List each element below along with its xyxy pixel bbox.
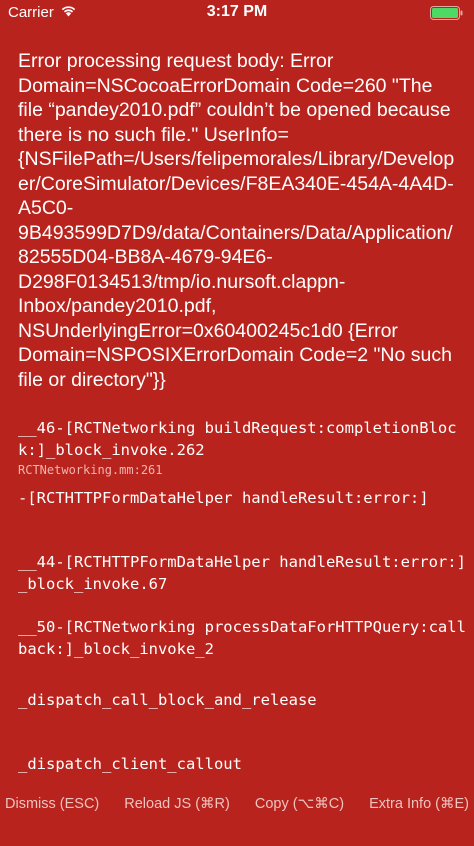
battery-icon bbox=[430, 6, 464, 20]
redbox-footer: Dismiss (ESC) Reload JS (⌘R) Copy (⌥⌘C) … bbox=[0, 796, 474, 822]
stack-frame[interactable]: __44-[RCTHTTPFormDataHelper handleResult… bbox=[18, 551, 468, 595]
error-message-box: Error processing request body: Error Dom… bbox=[18, 49, 458, 392]
stack-frame[interactable]: _dispatch_call_block_and_release bbox=[18, 689, 468, 711]
stack-frame[interactable]: _dispatch_client_callout bbox=[18, 753, 468, 775]
reload-js-button[interactable]: Reload JS (⌘R) bbox=[124, 796, 230, 822]
stack-frame-file: RCTNetworking.mm:261 bbox=[18, 463, 163, 477]
stack-frame[interactable]: -[RCTHTTPFormDataHelper handleResult:err… bbox=[18, 487, 468, 509]
status-time: 3:17 PM bbox=[206, 3, 268, 20]
extra-info-button[interactable]: Extra Info (⌘E) bbox=[369, 796, 469, 822]
stack-frame-method: __50-[RCTNetworking processDataForHTTPQu… bbox=[18, 618, 466, 658]
status-bar: Carrier 3:17 PM bbox=[0, 0, 474, 26]
dismiss-button[interactable]: Dismiss (ESC) bbox=[5, 796, 99, 822]
copy-button[interactable]: Copy (⌥⌘C) bbox=[255, 796, 344, 822]
stack-frame-method: __46-[RCTNetworking buildRequest:complet… bbox=[18, 419, 457, 459]
stack-frame-method: __44-[RCTHTTPFormDataHelper handleResult… bbox=[18, 553, 466, 593]
error-message: Error processing request body: Error Dom… bbox=[18, 50, 455, 391]
stack-frame[interactable]: __50-[RCTNetworking processDataForHTTPQu… bbox=[18, 616, 468, 660]
stack-frame-method: -[RCTHTTPFormDataHelper handleResult:err… bbox=[18, 489, 429, 507]
stack-frame[interactable]: __46-[RCTNetworking buildRequest:complet… bbox=[18, 417, 468, 478]
stack-frame-method: _dispatch_client_callout bbox=[18, 755, 242, 773]
stack-frame-method: _dispatch_call_block_and_release bbox=[18, 691, 317, 709]
